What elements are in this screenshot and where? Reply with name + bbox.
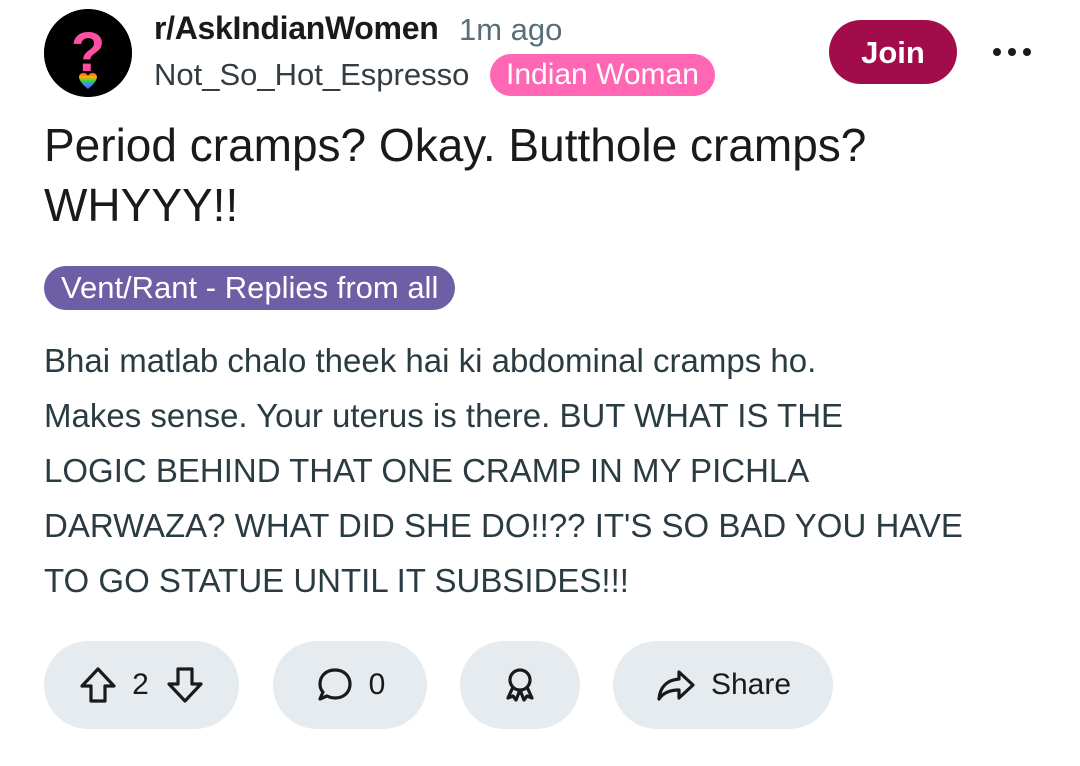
post-time: 1m ago	[459, 12, 563, 47]
comment-count: 0	[368, 668, 386, 701]
body-line: DARWAZA? WHAT DID SHE DO!!?? IT'S SO BAD…	[44, 507, 963, 544]
author-username[interactable]: Not_So_Hot_Espresso	[154, 57, 469, 93]
svg-text:?: ?	[71, 20, 105, 83]
question-mark-heart-icon: ?	[44, 9, 132, 97]
share-button[interactable]: Share	[613, 641, 833, 729]
post-card: ? r/AskIndianWomen 1m ago Not_So_Hot_Esp…	[0, 0, 1080, 766]
share-label: Share	[710, 668, 792, 701]
post-title-line: Period cramps? Okay. Butthole cramps?	[44, 119, 867, 171]
comment-bubble-icon	[318, 668, 352, 701]
downvote-arrow-icon	[167, 667, 203, 703]
award-icon	[506, 668, 534, 702]
subreddit-avatar[interactable]: ?	[44, 9, 132, 97]
more-horizontal-icon	[993, 48, 1031, 56]
upvote-button[interactable]	[78, 665, 118, 705]
award-button[interactable]	[460, 641, 580, 729]
more-options-button[interactable]	[988, 34, 1036, 70]
body-line: TO GO STATUE UNTIL IT SUBSIDES!!!	[44, 562, 629, 599]
post-body: Bhai matlab chalo theek hai ki abdominal…	[44, 333, 1044, 608]
join-button[interactable]: Join	[829, 20, 957, 84]
body-line: LOGIC BEHIND THAT ONE CRAMP IN MY PICHLA	[44, 452, 810, 489]
post-flair[interactable]: Vent/Rant - Replies from all	[44, 266, 456, 310]
downvote-button[interactable]	[165, 665, 205, 705]
vote-count: 2	[132, 668, 149, 701]
comments-button[interactable]: 0	[273, 641, 427, 729]
share-arrow-icon	[657, 670, 695, 701]
body-line: Makes sense. Your uterus is there. BUT W…	[44, 397, 844, 434]
upvote-arrow-icon	[80, 667, 116, 703]
body-line: Bhai matlab chalo theek hai ki abdominal…	[44, 342, 817, 379]
post-title[interactable]: Period cramps? Okay. Butthole cramps? WH…	[44, 115, 1034, 235]
post-title-line: WHYYY!!	[44, 179, 239, 231]
subreddit-name[interactable]: r/AskIndianWomen	[154, 10, 439, 47]
vote-control: 2	[44, 641, 239, 729]
user-flair: Indian Woman	[490, 54, 715, 96]
